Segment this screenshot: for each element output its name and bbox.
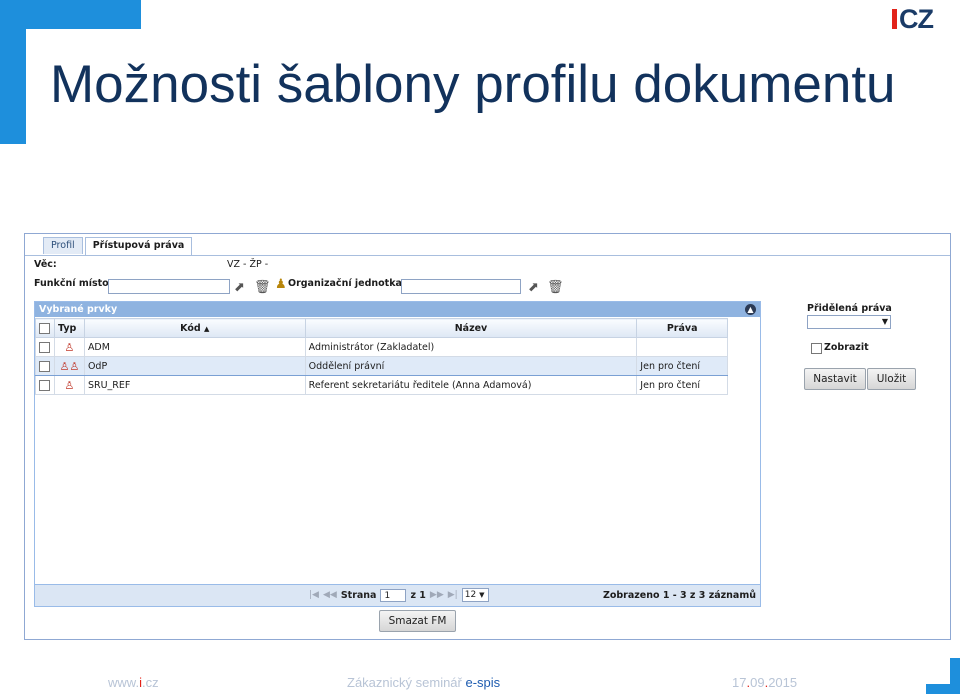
footer-event-pre: Zákaznický seminář	[347, 675, 466, 690]
footer-date-day: 17	[732, 675, 747, 690]
page-size-value: 12	[464, 590, 477, 600]
zobrazit-checkbox[interactable]	[811, 343, 822, 354]
footer-event-blue: e-spis	[465, 675, 501, 690]
nazev-cell: Oddělení právní	[304, 356, 638, 376]
row-checkbox-cell[interactable]	[35, 356, 55, 376]
org-jednotka-label: Organizační jednotka:	[288, 278, 406, 289]
nastavit-button[interactable]: Nastavit	[804, 368, 866, 390]
corner-accent-bottom-vertical	[950, 658, 960, 694]
col-typ[interactable]: Typ	[53, 318, 85, 338]
footer-date: 17.09.2015	[732, 675, 797, 690]
col-prava[interactable]: Práva	[636, 318, 728, 338]
slide-title: Možnosti šablony profilu dokumentu	[50, 55, 896, 114]
org-unit-icon: ♟	[275, 277, 287, 292]
table-row[interactable]: ♙ SRU_REF Referent sekretariátu ředitele…	[35, 375, 728, 395]
nazev-cell: Administrátor (Zakladatel)	[304, 337, 638, 357]
person-icon: ♙	[64, 378, 75, 392]
vec-value: VZ - ŽP -	[227, 259, 269, 270]
app-screenshot: Profil Přístupová práva Věc: VZ - ŽP - F…	[24, 233, 951, 640]
footer-url-pre: www.	[108, 675, 140, 690]
row-checkbox-cell[interactable]	[35, 337, 55, 357]
kod-cell: ADM	[83, 337, 306, 357]
prev-page-icon[interactable]: ◀◀	[323, 590, 337, 600]
trash-icon[interactable]: 🗑	[254, 281, 271, 295]
group-icon: ♙♙	[59, 359, 80, 373]
funkcni-misto-label: Funkční místo:	[34, 278, 113, 289]
logo-bar-icon	[892, 9, 897, 29]
pridelena-prava-select[interactable]: ▼	[807, 315, 891, 329]
col-nazev[interactable]: Název	[304, 318, 638, 338]
strana-label: Strana	[340, 589, 377, 601]
footer-date-month: 09	[750, 675, 765, 690]
table-row[interactable]: ♙ ADM Administrátor (Zakladatel)	[35, 337, 728, 357]
prava-cell: Jen pro čtení	[636, 375, 728, 395]
person-icon: ♙	[64, 340, 75, 354]
tab-bar: Profil Přístupová práva	[43, 237, 194, 255]
page-input[interactable]: 1	[380, 588, 407, 602]
footer-url: www.i.cz	[108, 675, 159, 690]
col-kod-label: Kód	[180, 322, 201, 334]
table-row[interactable]: ♙♙ OdP Oddělení právní Jen pro čtení	[35, 356, 728, 376]
select-all-checkbox-cell[interactable]	[35, 318, 55, 338]
type-cell: ♙	[53, 337, 85, 357]
collapse-icon[interactable]: ▲	[745, 304, 756, 315]
grid-title: Vybrané prvky	[39, 304, 118, 315]
records-shown: Zobrazeno 1 - 3 z 3 záznamů	[602, 590, 756, 601]
pager: |◀ ◀◀ Strana 1 z 1 ▶▶ ▶| 12 ▼	[309, 588, 489, 602]
corner-accent-vertical	[0, 0, 26, 144]
vec-label: Věc:	[34, 259, 57, 270]
grid-header: Vybrané prvky ▲	[35, 302, 760, 317]
prava-cell	[636, 337, 728, 357]
nazev-cell: Referent sekretariátu ředitele (Anna Ada…	[304, 375, 638, 395]
prava-cell: Jen pro čtení	[636, 356, 728, 376]
last-page-icon[interactable]: ▶|	[448, 590, 458, 600]
ulozit-button[interactable]: Uložit	[867, 368, 916, 390]
kod-cell: OdP	[83, 356, 306, 376]
footer-date-year: 2015	[768, 675, 798, 690]
tab-profil[interactable]: Profil	[43, 237, 83, 254]
select-icon[interactable]: ⬈	[234, 281, 245, 295]
select-all-checkbox[interactable]	[39, 322, 51, 334]
col-kod[interactable]: Kód ▲	[83, 318, 306, 338]
first-page-icon[interactable]: |◀	[309, 590, 319, 600]
sort-asc-icon: ▲	[204, 324, 210, 333]
type-cell: ♙♙	[53, 356, 85, 376]
items-table: Typ Kód ▲ Název Práva ♙ ADM Administráto…	[35, 318, 728, 395]
page-count: z 1	[410, 589, 426, 601]
kod-cell: SRU_REF	[83, 375, 306, 395]
chevron-down-icon: ▼	[881, 317, 888, 326]
next-page-icon[interactable]: ▶▶	[430, 590, 444, 600]
icz-logo: CZ	[892, 4, 934, 35]
chevron-down-icon: ▼	[479, 591, 485, 599]
table-header-row: Typ Kód ▲ Název Práva	[35, 318, 728, 338]
grid-footer: |◀ ◀◀ Strana 1 z 1 ▶▶ ▶| 12 ▼ Zobrazeno …	[35, 584, 760, 606]
selected-items-grid: Vybrané prvky ▲ Typ Kód ▲ Název Práva ♙ …	[34, 301, 761, 607]
row-checkbox[interactable]	[39, 379, 51, 391]
page-size-select[interactable]: 12 ▼	[461, 588, 489, 602]
footer-event: Zákaznický seminář e-spis	[347, 675, 500, 690]
row-checkbox-cell[interactable]	[35, 375, 55, 395]
footer-url-post: .cz	[141, 675, 159, 690]
tab-divider	[25, 255, 950, 256]
type-cell: ♙	[53, 375, 85, 395]
select-icon[interactable]: ⬈	[528, 281, 539, 295]
funkcni-misto-input[interactable]	[108, 279, 230, 294]
smazat-fm-button[interactable]: Smazat FM	[379, 610, 456, 632]
row-checkbox[interactable]	[39, 341, 51, 353]
trash-icon[interactable]: 🗑	[547, 281, 564, 295]
pridelena-prava-label: Přidělená práva	[807, 303, 892, 314]
org-jednotka-input[interactable]	[401, 279, 521, 294]
logo-text: CZ	[899, 4, 934, 34]
zobrazit-label: Zobrazit	[824, 342, 869, 353]
tab-pristupova-prava[interactable]: Přístupová práva	[84, 237, 193, 255]
row-checkbox[interactable]	[39, 360, 51, 372]
